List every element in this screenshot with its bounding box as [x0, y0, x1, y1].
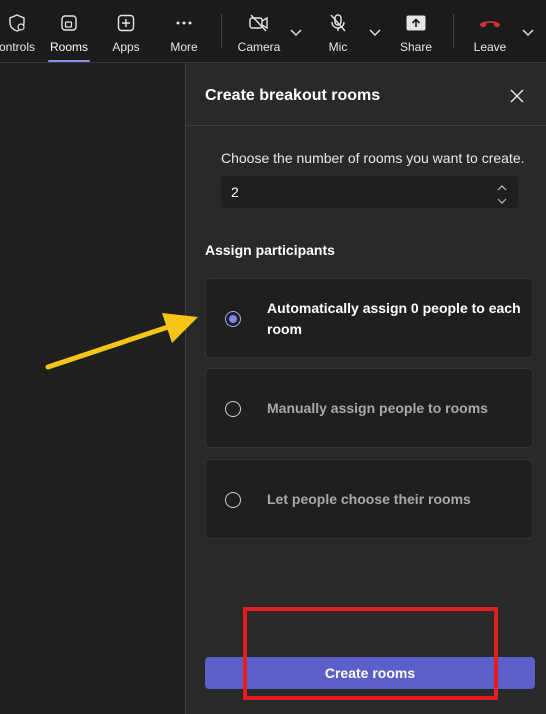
camera-off-icon — [248, 12, 270, 34]
active-tab-indicator — [48, 60, 90, 62]
rooms-count-value[interactable]: 2 — [231, 184, 239, 200]
mic-off-icon — [328, 12, 348, 34]
radio-manual-assign[interactable] — [225, 401, 241, 417]
annotation-arrow-icon — [45, 313, 198, 370]
stepper-up-icon[interactable] — [496, 180, 508, 191]
option-auto-assign[interactable]: Automatically assign 0 people to each ro… — [205, 278, 533, 358]
mic-label: Mic — [328, 40, 348, 54]
create-rooms-button[interactable]: Create rooms — [205, 657, 535, 689]
close-icon — [510, 89, 524, 103]
leave-button[interactable]: Leave — [468, 0, 512, 62]
camera-button[interactable]: Camera — [236, 0, 282, 62]
radio-auto-assign[interactable] — [225, 311, 241, 327]
toolbar-divider — [221, 14, 222, 48]
share-label: Share — [399, 40, 433, 54]
controls-label: ontrols — [0, 40, 36, 54]
shield-gear-icon — [7, 12, 27, 34]
camera-options-chevron-icon[interactable] — [290, 24, 302, 42]
meeting-toolbar: ontrols Rooms Apps More Camera Mic Share… — [0, 0, 546, 63]
option-let-people-choose[interactable]: Let people choose their rooms — [205, 459, 533, 539]
option-let-people-choose-label: Let people choose their rooms — [267, 491, 471, 507]
rooms-count-label: Choose the number of rooms you want to c… — [221, 150, 525, 166]
radio-let-people-choose[interactable] — [225, 492, 241, 508]
leave-options-chevron-icon[interactable] — [522, 24, 534, 42]
toolbar-divider — [453, 14, 454, 48]
more-label: More — [170, 40, 198, 54]
mic-button[interactable]: Mic — [318, 0, 358, 62]
breakout-rooms-panel: Create breakout rooms Choose the number … — [186, 63, 546, 714]
rooms-label: Rooms — [49, 40, 88, 54]
share-icon — [405, 12, 427, 34]
more-dots-icon — [174, 12, 194, 34]
option-manual-assign-label: Manually assign people to rooms — [267, 400, 488, 416]
leave-phone-icon — [478, 12, 502, 34]
option-auto-assign-label: Automatically assign 0 people to each ro… — [267, 300, 521, 337]
apps-button[interactable]: Apps — [104, 0, 148, 62]
stepper-down-icon[interactable] — [496, 193, 508, 204]
more-button[interactable]: More — [162, 0, 206, 62]
controls-button[interactable]: ontrols — [0, 0, 40, 62]
leave-label: Leave — [473, 40, 507, 54]
apps-plus-icon — [116, 12, 136, 34]
camera-label: Camera — [237, 40, 281, 54]
apps-label: Apps — [112, 40, 140, 54]
panel-header: Create breakout rooms — [186, 63, 546, 126]
close-button[interactable] — [506, 85, 528, 107]
assign-participants-heading: Assign participants — [205, 242, 335, 258]
share-button[interactable]: Share — [394, 0, 438, 62]
rooms-icon — [59, 12, 79, 34]
meeting-stage — [0, 63, 186, 714]
mic-options-chevron-icon[interactable] — [369, 24, 381, 42]
panel-title: Create breakout rooms — [205, 87, 381, 104]
option-manual-assign[interactable]: Manually assign people to rooms — [205, 368, 533, 448]
rooms-count-stepper[interactable]: 2 — [221, 176, 518, 208]
rooms-button[interactable]: Rooms — [44, 0, 94, 62]
